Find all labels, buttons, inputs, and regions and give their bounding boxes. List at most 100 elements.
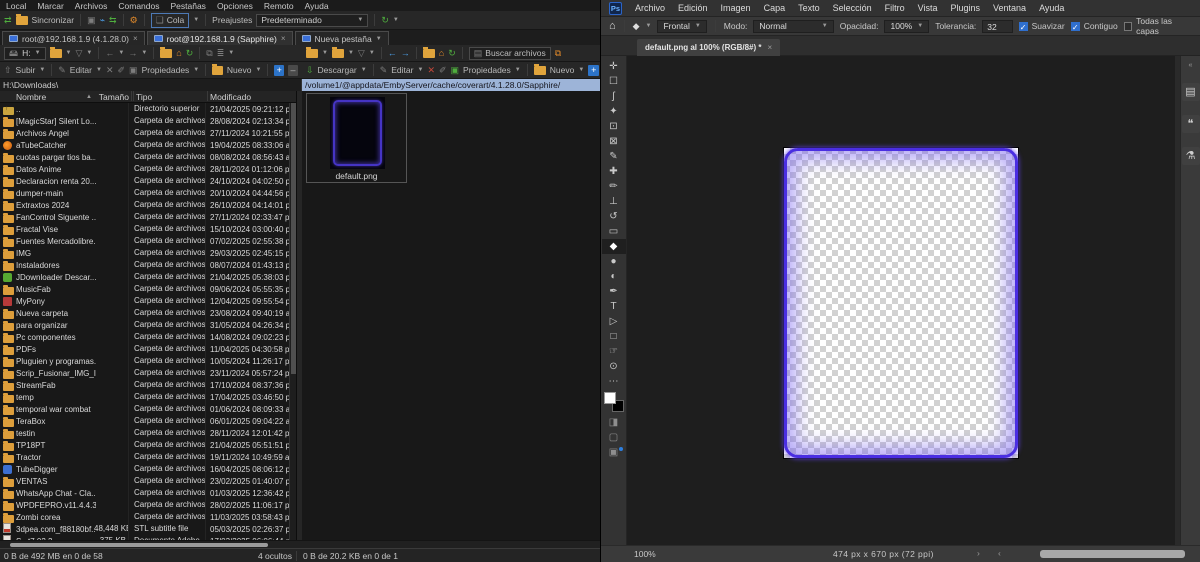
upload-button[interactable]: Subir <box>16 65 36 75</box>
rename-icon[interactable]: ✐ <box>118 65 126 75</box>
close-icon[interactable]: × <box>767 43 772 52</box>
file-row[interactable]: Archivos AngelCarpeta de archivos27/11/2… <box>0 127 290 139</box>
open-directory-icon[interactable] <box>50 49 62 58</box>
ps-menu-item-vista[interactable]: Vista <box>918 3 938 13</box>
refresh-dropdown-caret[interactable]: ▼ <box>393 17 399 23</box>
file-row[interactable]: cuotas pargar tios ba...Carpeta de archi… <box>0 151 290 163</box>
file-row[interactable]: temporal war combatCarpeta de archivos01… <box>0 403 290 415</box>
file-row[interactable]: Datos AnimeCarpeta de archivos28/11/2024… <box>0 163 290 175</box>
gear-icon[interactable]: ⚙ <box>130 15 138 25</box>
file-row[interactable]: ..Directorio superior21/04/2025 09:21:12… <box>0 103 290 115</box>
file-row[interactable]: IMGCarpeta de archivos29/03/2025 02:45:1… <box>0 247 290 259</box>
blend-mode-select[interactable]: Normal ▼ <box>753 20 833 33</box>
edit-button[interactable]: Editar <box>70 65 92 75</box>
path-selection-tool[interactable]: ▷ <box>602 314 626 329</box>
file-row[interactable]: para organizarCarpeta de archivos31/05/2… <box>0 319 290 331</box>
brush-tool[interactable]: ✏ <box>602 179 626 194</box>
contiguo-checkbox[interactable]: ✓ Contiguo <box>1071 21 1118 31</box>
new-button[interactable]: Nuevo <box>550 65 575 75</box>
file-row[interactable]: WhatsApp Chat - Cla...Carpeta de archivo… <box>0 487 290 499</box>
transfer-settings-icon[interactable]: ⧉ <box>555 48 561 58</box>
search-files-button[interactable]: ▤ Buscar archivos <box>469 47 551 60</box>
rename-icon[interactable]: ✐ <box>439 65 447 75</box>
delete-icon[interactable]: ✕ <box>106 65 114 75</box>
menu-item-remoto[interactable]: Remoto <box>264 1 294 11</box>
object-selection-tool[interactable]: ✦ <box>602 104 626 119</box>
back-arrow-icon[interactable]: ← <box>105 48 114 58</box>
column-header-modificado[interactable]: Modificado <box>210 91 251 103</box>
canvas-area[interactable] <box>627 56 1175 545</box>
status-prev-icon[interactable]: ‹ <box>998 548 1001 558</box>
file-row[interactable]: Extraxtos 2024Carpeta de archivos26/10/2… <box>0 199 290 211</box>
preset-select[interactable]: Predeterminado ▼ <box>256 14 368 27</box>
marquee-tool[interactable]: ☐ <box>602 74 626 89</box>
file-row[interactable]: PDFsCarpeta de archivos11/04/2025 04:30:… <box>0 343 290 355</box>
ps-menu-item-edición[interactable]: Edición <box>678 3 708 13</box>
copy-icon[interactable]: ⧉ <box>206 48 212 58</box>
session-tab-0[interactable]: root@192.168.1.9 (4.1.28.0)× <box>2 31 145 45</box>
tolerance-input[interactable]: 32 <box>982 20 1012 33</box>
session-tab-1[interactable]: root@192.168.1.9 (Sapphire)× <box>147 31 293 45</box>
file-row[interactable]: VENTASCarpeta de archivos23/02/2025 01:4… <box>0 475 290 487</box>
paint-bucket-icon[interactable]: ◆ <box>633 21 640 31</box>
ps-menu-item-ayuda[interactable]: Ayuda <box>1039 3 1064 13</box>
column-header-tipo[interactable]: Tipo <box>136 91 152 103</box>
color-swatches[interactable] <box>604 392 624 412</box>
history-brush-tool[interactable]: ↺ <box>602 209 626 224</box>
parent-directory-icon[interactable] <box>160 49 172 58</box>
drive-select[interactable]: 🖴 H: ▼ <box>4 47 46 60</box>
blur-tool[interactable]: ● <box>602 254 626 269</box>
file-row[interactable]: MusicFabCarpeta de archivos09/06/2024 05… <box>0 283 290 295</box>
menu-item-ayuda[interactable]: Ayuda <box>305 1 329 11</box>
properties-button[interactable]: Propiedades <box>463 65 511 75</box>
todas-las-capas-checkbox[interactable]: Todas las capas <box>1124 16 1192 36</box>
filter-icon[interactable]: ▽ <box>76 48 83 58</box>
filter-icon[interactable]: ▽ <box>358 48 365 58</box>
bookmark-directory-icon[interactable] <box>332 49 344 58</box>
sincronizar-button[interactable]: Sincronizar <box>32 15 75 25</box>
type-tool[interactable]: T <box>602 299 626 314</box>
file-row[interactable]: testinCarpeta de archivos28/11/2024 12:0… <box>0 427 290 439</box>
open-directory-icon[interactable] <box>306 49 318 58</box>
horizontal-scrollbar[interactable] <box>0 540 600 548</box>
crop-tool[interactable]: ⊡ <box>602 119 626 134</box>
document-canvas[interactable] <box>784 148 1018 458</box>
menu-item-local[interactable]: Local <box>6 1 26 11</box>
file-row[interactable]: Fractal ViseCarpeta de archivos15/10/202… <box>0 223 290 235</box>
terminal-icon[interactable]: ⌁ <box>100 15 105 25</box>
home-icon[interactable]: ⌂ <box>439 48 444 58</box>
menu-item-marcar[interactable]: Marcar <box>37 1 63 11</box>
file-row[interactable]: WPDFEPRO.v11.4.4.32...Carpeta de archivo… <box>0 499 290 511</box>
ps-menu-item-texto[interactable]: Texto <box>798 3 820 13</box>
file-row[interactable]: tempCarpeta de archivos17/04/2025 03:46:… <box>0 391 290 403</box>
home-icon[interactable]: ⌂ <box>609 21 616 31</box>
ps-menu-item-ventana[interactable]: Ventana <box>993 3 1026 13</box>
file-row[interactable]: Pluguien y programas...Carpeta de archiv… <box>0 355 290 367</box>
home-icon[interactable]: ⌂ <box>176 48 181 58</box>
forward-arrow-icon[interactable]: → <box>401 48 410 58</box>
quick-mask-icon[interactable]: ◨ <box>602 415 626 430</box>
menu-item-pestañas[interactable]: Pestañas <box>170 1 205 11</box>
view-details-icon[interactable]: ≣ <box>217 48 225 58</box>
paint-bucket-tool[interactable]: ◆ <box>602 239 626 254</box>
eraser-tool[interactable]: ▭ <box>602 224 626 239</box>
file-row[interactable]: Pc componentesCarpeta de archivos14/08/2… <box>0 331 290 343</box>
document-tab[interactable]: default.png al 100% (RGB/8#) * × <box>637 39 780 56</box>
close-icon[interactable]: × <box>281 34 286 43</box>
learn-panel-icon[interactable]: ▤ <box>1182 83 1200 101</box>
properties-button[interactable]: Propiedades <box>142 65 190 75</box>
ps-menu-item-archivo[interactable]: Archivo <box>635 3 665 13</box>
column-header-nombre[interactable]: Nombre <box>16 91 46 103</box>
local-path-bar[interactable]: H:\Downloads\ <box>0 79 302 91</box>
file-row[interactable]: TeraBoxCarpeta de archivos06/01/2025 09:… <box>0 415 290 427</box>
edit-button[interactable]: Editar <box>391 65 413 75</box>
capture-icon[interactable]: ▣ <box>602 445 626 460</box>
canvas-horizontal-scrollbar[interactable] <box>1040 550 1185 558</box>
shape-tool[interactable]: □ <box>602 329 626 344</box>
vertical-scrollbar[interactable] <box>289 103 296 540</box>
menu-item-archivos[interactable]: Archivos <box>75 1 108 11</box>
file-row[interactable]: Scrip_Fusionar_IMG_I...Carpeta de archiv… <box>0 367 290 379</box>
new-button[interactable]: Nuevo <box>227 65 252 75</box>
file-row[interactable]: StreamFabCarpeta de archivos17/10/2024 0… <box>0 379 290 391</box>
hand-tool[interactable]: ☞ <box>602 344 626 359</box>
